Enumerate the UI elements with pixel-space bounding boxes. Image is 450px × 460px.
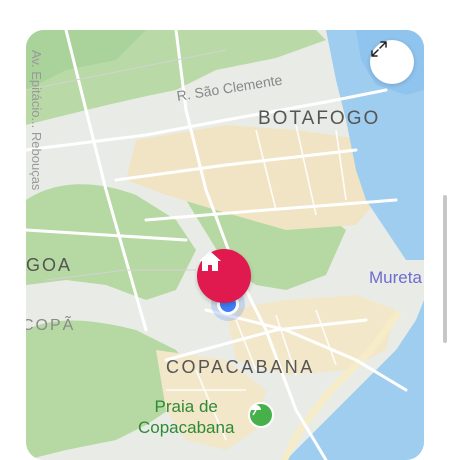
neighborhood-label-botafogo: BOTAFOGO bbox=[258, 108, 381, 129]
poi-label-mureta[interactable]: Mureta bbox=[369, 268, 422, 288]
praia-label-line1: Praia de bbox=[154, 397, 218, 416]
scrollbar[interactable] bbox=[443, 195, 447, 343]
expand-map-button[interactable] bbox=[370, 40, 414, 84]
neighborhood-label-copacabana: COPACABANA bbox=[166, 357, 315, 377]
neighborhood-label-copa: COPÃ bbox=[26, 317, 76, 334]
home-icon bbox=[199, 251, 221, 271]
praia-label-line2: Copacabana bbox=[138, 418, 235, 437]
top-strip bbox=[0, 0, 450, 30]
home-pin[interactable] bbox=[197, 249, 251, 303]
poi-label-praia[interactable]: Praia de Copacabana bbox=[138, 396, 234, 438]
road-label: Av. Epitácio... Rebouças bbox=[29, 50, 44, 191]
beach-umbrella-icon[interactable] bbox=[248, 402, 274, 428]
expand-icon bbox=[371, 41, 387, 57]
neighborhood-label-goa: GOA bbox=[26, 255, 73, 275]
map-view[interactable]: Av. Epitácio... Rebouças R. São Clemente… bbox=[26, 30, 424, 460]
